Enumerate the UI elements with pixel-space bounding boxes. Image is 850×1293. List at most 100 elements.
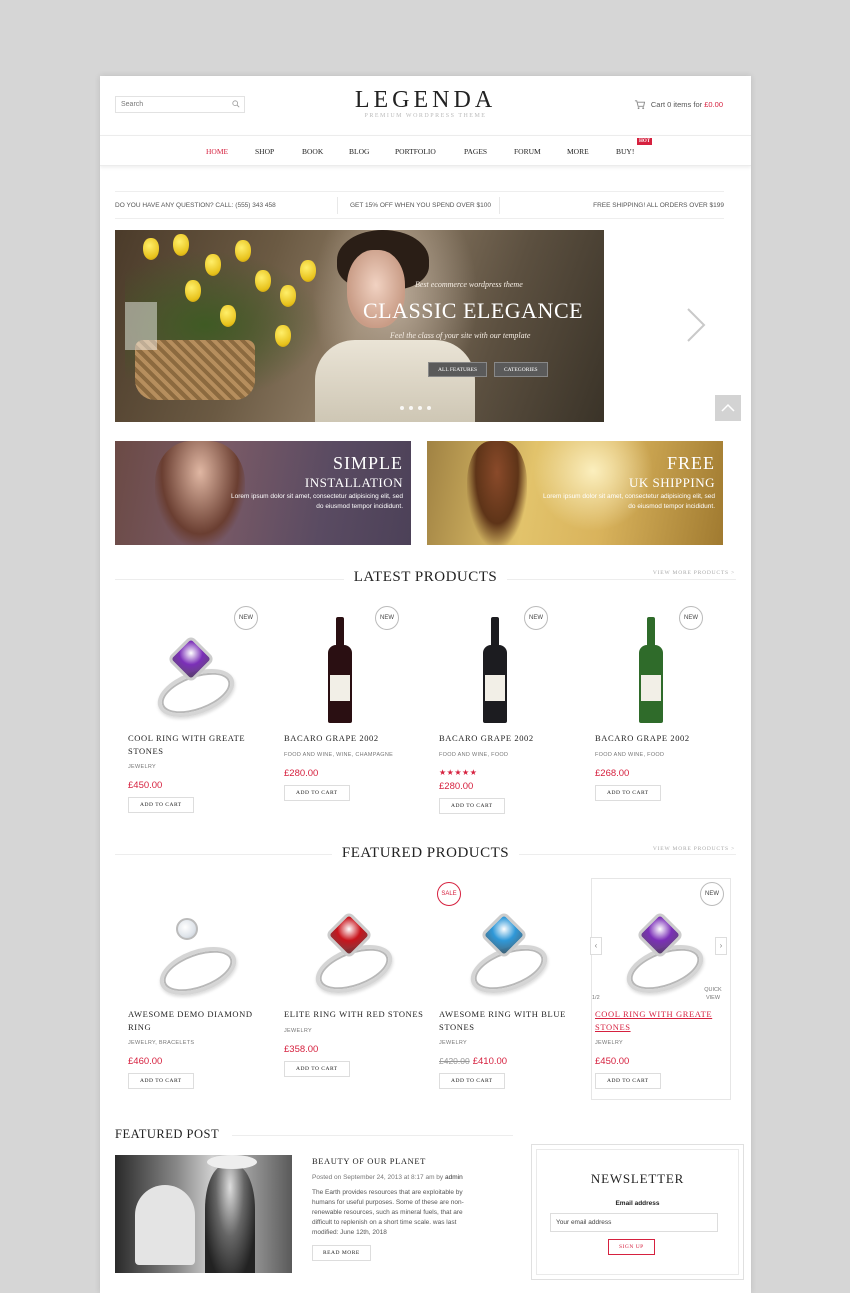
nav-more[interactable]: MORE bbox=[567, 147, 589, 156]
nav-home[interactable]: HOME bbox=[206, 147, 228, 156]
divider bbox=[499, 197, 500, 214]
nav-shop[interactable]: SHOP bbox=[255, 147, 274, 156]
sale-price: £410.00 bbox=[472, 1056, 508, 1067]
product-name[interactable]: COOL RING WITH GREATE STONES bbox=[595, 1008, 735, 1033]
product-image[interactable]: SALE bbox=[437, 880, 579, 1005]
banner-installation[interactable]: SIMPLE INSTALLATION Lorem ipsum dolor si… bbox=[115, 441, 411, 545]
product-price: £280.00 bbox=[439, 780, 474, 792]
hero-slider[interactable]: Best ecommerce wordpress theme CLASSIC E… bbox=[115, 230, 604, 422]
add-to-cart-button[interactable]: ADD TO CART bbox=[439, 797, 505, 814]
add-to-cart-button[interactable]: ADD TO CART bbox=[595, 784, 661, 801]
banner-shipping[interactable]: FREE UK SHIPPING Lorem ipsum dolor sit a… bbox=[427, 441, 723, 545]
product-category[interactable]: JEWELRY bbox=[284, 1028, 424, 1034]
section-divider bbox=[232, 1135, 513, 1136]
nav-portfolio[interactable]: PORTFOLIO bbox=[395, 147, 436, 156]
product-card[interactable]: NEW BACARO GRAPE 2002 FOOD AND WINE, WIN… bbox=[284, 604, 424, 801]
slider-dot[interactable] bbox=[427, 406, 431, 410]
info-discount: GET 15% OFF WHEN YOU SPEND OVER $100 bbox=[350, 202, 491, 209]
product-name[interactable]: BACARO GRAPE 2002 bbox=[284, 732, 424, 745]
hot-badge: HOT bbox=[637, 138, 653, 145]
add-to-cart-button[interactable]: ADD TO CART bbox=[128, 1073, 194, 1089]
product-category[interactable]: JEWELRY bbox=[595, 1040, 735, 1046]
post-image-hat bbox=[207, 1155, 257, 1169]
product-name[interactable]: AWESOME DEMO DIAMOND RING bbox=[128, 1008, 268, 1033]
product-image[interactable]: NEW bbox=[595, 604, 735, 729]
product-card[interactable]: NEW COOL RING WITH GREATE STONES JEWELRY… bbox=[128, 604, 268, 813]
ring-diamond bbox=[176, 918, 198, 940]
nav-buy[interactable]: BUY! bbox=[616, 147, 634, 156]
read-more-button[interactable]: READ MORE bbox=[312, 1245, 371, 1261]
post-image[interactable] bbox=[115, 1155, 292, 1273]
tulip-shape bbox=[185, 280, 201, 302]
site-tagline: PREMIUM WORDPRESS THEME bbox=[364, 113, 487, 119]
product-category[interactable]: FOOD AND WINE, FOOD bbox=[439, 752, 579, 758]
categories-button[interactable]: CATEGORIES bbox=[494, 362, 548, 377]
product-image[interactable]: NEW bbox=[439, 604, 579, 729]
chevron-right-icon[interactable]: › bbox=[715, 937, 727, 955]
champagne-bottle bbox=[639, 617, 663, 723]
product-image[interactable]: NEW bbox=[284, 604, 424, 729]
chevron-left-icon[interactable]: ‹ bbox=[590, 937, 602, 955]
nav-book[interactable]: BOOK bbox=[302, 147, 323, 156]
product-card[interactable]: NEW BACARO GRAPE 2002 FOOD AND WINE, FOO… bbox=[439, 604, 579, 814]
post-title[interactable]: BEAUTY OF OUR PLANET bbox=[312, 1156, 426, 1166]
cart-price: £0.00 bbox=[704, 100, 723, 109]
add-to-cart-button[interactable]: ADD TO CART bbox=[439, 1073, 505, 1089]
latest-view-more[interactable]: VIEW MORE PRODUCTS > bbox=[653, 570, 735, 576]
email-label: Email address bbox=[615, 1200, 660, 1207]
slider-dots bbox=[400, 406, 431, 410]
product-image[interactable] bbox=[284, 880, 424, 1005]
product-card[interactable]: AWESOME DEMO DIAMOND RING JEWELRY, BRACE… bbox=[128, 880, 268, 1089]
info-bar: DO YOU HAVE ANY QUESTION? CALL: (555) 34… bbox=[115, 191, 724, 219]
product-card[interactable]: SALE AWESOME RING WITH BLUE STONES JEWEL… bbox=[437, 880, 579, 1089]
slider-dot[interactable] bbox=[409, 406, 413, 410]
newsletter-inner bbox=[536, 1149, 739, 1275]
post-image-man bbox=[205, 1165, 255, 1273]
tulip-shape bbox=[255, 270, 271, 292]
post-meta: Posted on September 24, 2013 at 8:17 am … bbox=[312, 1174, 463, 1181]
chevron-up-icon bbox=[721, 403, 735, 412]
slide-title: CLASSIC ELEGANCE bbox=[363, 298, 584, 323]
slider-dot[interactable] bbox=[418, 406, 422, 410]
product-category[interactable]: FOOD AND WINE, WINE, CHAMPAGNE bbox=[284, 752, 424, 758]
nav-forum[interactable]: FORUM bbox=[514, 147, 541, 156]
slide-prev-panel[interactable] bbox=[125, 302, 157, 350]
nav-blog[interactable]: BLOG bbox=[349, 147, 369, 156]
product-image[interactable]: NEW ‹ › 1/2 QUICK VIEW bbox=[590, 880, 735, 1005]
product-category[interactable]: JEWELRY bbox=[128, 764, 268, 770]
nav-pages[interactable]: PAGES bbox=[464, 147, 487, 156]
chevron-right-icon[interactable] bbox=[684, 307, 708, 343]
product-card[interactable]: ELITE RING WITH RED STONES JEWELRY £358.… bbox=[284, 880, 424, 1077]
post-author[interactable]: admin bbox=[445, 1174, 463, 1181]
featured-view-more[interactable]: VIEW MORE PRODUCTS > bbox=[653, 846, 735, 852]
scroll-top-button[interactable] bbox=[715, 395, 741, 421]
all-features-button[interactable]: ALL FEATURES bbox=[428, 362, 488, 377]
product-category[interactable]: FOOD AND WINE, FOOD bbox=[595, 752, 735, 758]
product-name[interactable]: AWESOME RING WITH BLUE STONES bbox=[439, 1008, 579, 1033]
product-card[interactable]: NEW BACARO GRAPE 2002 FOOD AND WINE, FOO… bbox=[595, 604, 735, 801]
product-image[interactable]: NEW bbox=[128, 604, 268, 729]
slide-kicker: Best ecommerce wordpress theme bbox=[415, 280, 523, 289]
new-badge: NEW bbox=[700, 882, 724, 906]
add-to-cart-button[interactable]: ADD TO CART bbox=[284, 784, 350, 801]
add-to-cart-button[interactable]: ADD TO CART bbox=[284, 1060, 350, 1077]
banner-subtitle: INSTALLATION bbox=[304, 475, 403, 490]
main-nav: HOME SHOP BOOK BLOG PORTFOLIO PAGES FORU… bbox=[100, 135, 751, 166]
new-badge: NEW bbox=[679, 606, 703, 630]
product-image[interactable] bbox=[128, 880, 268, 1005]
sign-up-button[interactable]: SIGN UP bbox=[608, 1239, 655, 1255]
add-to-cart-button[interactable]: ADD TO CART bbox=[595, 1073, 661, 1089]
product-name[interactable]: BACARO GRAPE 2002 bbox=[439, 732, 579, 745]
product-name[interactable]: COOL RING WITH GREATE STONES bbox=[128, 732, 268, 757]
email-field[interactable]: Your email address bbox=[550, 1213, 718, 1232]
cart-link[interactable]: Cart 0 items for £0.00 bbox=[634, 99, 723, 110]
product-category[interactable]: JEWELRY bbox=[439, 1040, 579, 1046]
add-to-cart-button[interactable]: ADD TO CART bbox=[128, 797, 194, 813]
product-category[interactable]: JEWELRY, BRACELETS bbox=[128, 1040, 268, 1046]
image-pager: 1/2 bbox=[592, 995, 600, 1001]
product-card[interactable]: NEW ‹ › 1/2 QUICK VIEW COOL RING WITH GR… bbox=[590, 880, 735, 1089]
slider-dot[interactable] bbox=[400, 406, 404, 410]
product-name[interactable]: ELITE RING WITH RED STONES bbox=[284, 1008, 424, 1021]
product-name[interactable]: BACARO GRAPE 2002 bbox=[595, 732, 735, 745]
quick-view-link[interactable]: QUICK VIEW bbox=[702, 986, 724, 1002]
